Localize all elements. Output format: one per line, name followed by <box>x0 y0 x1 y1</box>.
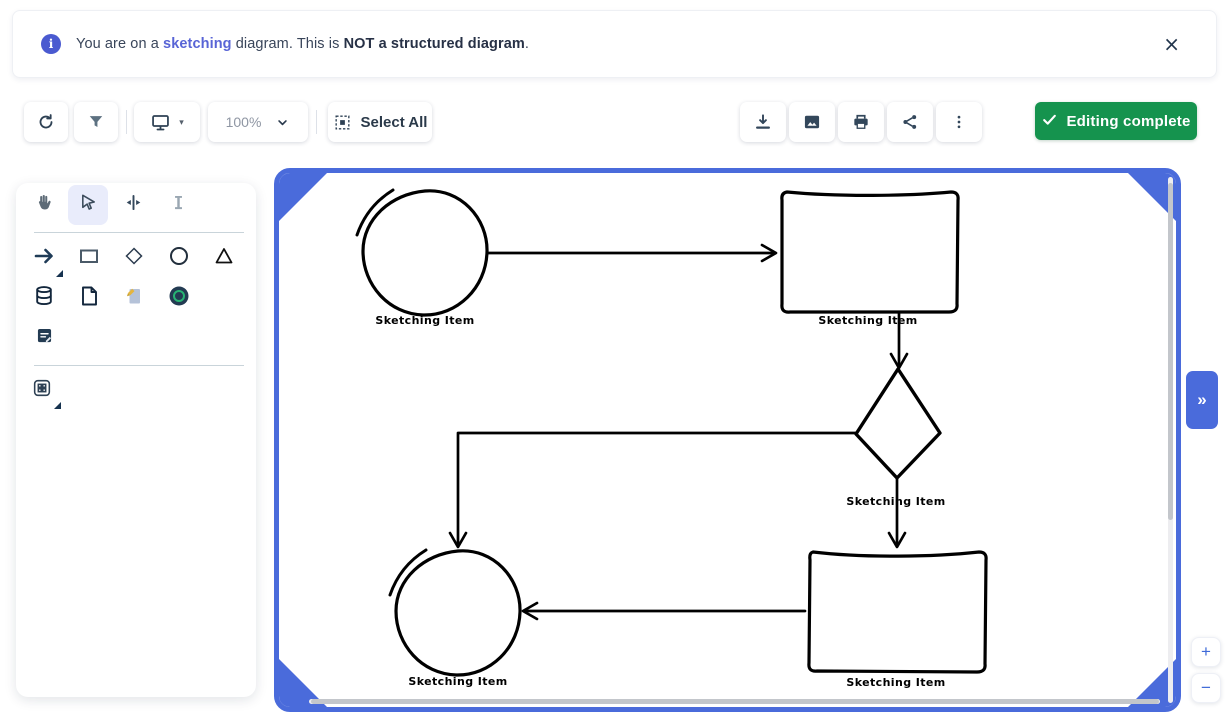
sidebar-divider <box>34 365 244 366</box>
vertical-scrollbar-thumb[interactable] <box>1168 183 1173 520</box>
filter-button[interactable] <box>74 102 118 142</box>
tool-split[interactable] <box>113 185 153 225</box>
shape-arrow[interactable] <box>28 242 60 274</box>
flowchart-drawing <box>279 173 1176 707</box>
toolbar: ▾ 100% Select All Editing complete <box>0 100 1229 144</box>
toolbar-divider <box>316 110 317 134</box>
editing-complete-label: Editing complete <box>1066 113 1190 130</box>
shape-triangle[interactable] <box>208 242 240 274</box>
banner-text-prefix: You are on a <box>76 36 163 52</box>
shape-page[interactable] <box>73 282 105 314</box>
text-tool-icon <box>168 192 189 218</box>
edge-circle-to-rect[interactable] <box>487 245 776 261</box>
triangle-shape-icon <box>212 244 236 273</box>
database-shape-icon <box>32 284 56 313</box>
diagram-canvas[interactable]: Sketching Item Sketching Item Sketching … <box>274 168 1181 712</box>
tool-text[interactable] <box>158 185 198 225</box>
tool-hand[interactable] <box>23 185 63 225</box>
sidebar-divider <box>34 232 244 233</box>
filter-icon <box>86 112 106 132</box>
shape-circle[interactable] <box>163 242 195 274</box>
node-diamond[interactable] <box>856 369 940 478</box>
select-all-icon <box>333 113 352 132</box>
edge-diamond-to-rect[interactable] <box>889 479 905 547</box>
export-image-button[interactable] <box>789 102 835 142</box>
close-icon[interactable]: × <box>1159 32 1184 56</box>
edge-rect-to-circle[interactable] <box>523 603 805 619</box>
node-label[interactable]: Sketching Item <box>408 675 507 688</box>
hand-icon <box>33 192 54 218</box>
dropdown-corner-icon <box>54 402 61 409</box>
node-label[interactable]: Sketching Item <box>846 676 945 689</box>
node-rectangle-top-right[interactable] <box>782 192 958 312</box>
grid-table-icon <box>31 377 53 404</box>
download-icon <box>753 112 773 132</box>
image-icon <box>802 112 822 132</box>
double-chevron-right-icon: » <box>1197 390 1206 410</box>
banner-bold: NOT a structured diagram <box>344 36 525 52</box>
node-circle-top-left[interactable] <box>357 190 487 315</box>
zoom-out-button[interactable]: − <box>1191 673 1221 703</box>
horizontal-scrollbar-thumb[interactable] <box>311 699 1159 704</box>
node-label[interactable]: Sketching Item <box>375 314 474 327</box>
shape-grid-table[interactable] <box>26 374 58 406</box>
refresh-button[interactable] <box>24 102 68 142</box>
display-mode-button[interactable]: ▾ <box>134 102 200 142</box>
note-shape-icon <box>122 284 146 313</box>
dropdown-corner-icon <box>56 270 63 277</box>
node-rectangle-bottom-right[interactable] <box>809 552 986 672</box>
download-button[interactable] <box>740 102 786 142</box>
diamond-shape-icon <box>122 244 146 273</box>
page-shape-icon <box>77 284 101 313</box>
banner-highlight: sketching <box>163 36 232 52</box>
cursor-icon <box>78 192 99 218</box>
split-icon <box>123 192 144 218</box>
banner-text: You are on a sketching diagram. This is … <box>76 36 529 52</box>
arrow-shape-icon <box>32 244 56 273</box>
node-label[interactable]: Sketching Item <box>846 495 945 508</box>
node-label[interactable]: Sketching Item <box>818 314 917 327</box>
circle-shape-icon <box>167 244 191 273</box>
shape-terminal-circle[interactable] <box>163 282 195 314</box>
chevron-down-icon <box>275 115 290 130</box>
share-button[interactable] <box>887 102 933 142</box>
plus-icon: + <box>1201 642 1211 662</box>
editing-complete-button[interactable]: Editing complete <box>1035 102 1197 140</box>
zoom-level-dropdown[interactable]: 100% <box>208 102 308 142</box>
refresh-icon <box>36 112 56 132</box>
shape-diamond[interactable] <box>118 242 150 274</box>
kebab-menu-icon <box>950 113 968 131</box>
shape-palette-sidebar <box>16 183 256 697</box>
banner-text-suffix: . <box>525 36 529 52</box>
print-icon <box>851 112 871 132</box>
terminal-circle-icon <box>167 284 191 313</box>
monitor-icon <box>150 112 171 133</box>
info-icon: i <box>41 34 61 54</box>
check-icon <box>1041 111 1058 132</box>
memo-shape-icon <box>34 325 55 351</box>
banner-text-mid: diagram. This is <box>232 36 344 52</box>
caret-down-icon: ▾ <box>179 117 184 128</box>
select-all-button[interactable]: Select All <box>328 102 432 142</box>
print-button[interactable] <box>838 102 884 142</box>
minus-icon: − <box>1201 678 1211 698</box>
shape-database[interactable] <box>28 282 60 314</box>
share-icon <box>900 112 920 132</box>
shape-memo[interactable] <box>28 322 60 354</box>
zoom-level-value: 100% <box>226 114 262 130</box>
zoom-in-button[interactable]: + <box>1191 637 1221 667</box>
rectangle-shape-icon <box>77 244 101 273</box>
edge-diamond-to-circle[interactable] <box>450 433 856 547</box>
select-all-label: Select All <box>361 114 428 131</box>
toolbar-divider <box>126 110 127 134</box>
more-options-button[interactable] <box>936 102 982 142</box>
expand-panel-button[interactable]: » <box>1186 371 1218 429</box>
shape-note[interactable] <box>118 282 150 314</box>
tool-cursor-selected[interactable] <box>68 185 108 225</box>
info-banner: i You are on a sketching diagram. This i… <box>12 10 1217 78</box>
node-circle-bottom-left[interactable] <box>390 550 520 675</box>
shape-rectangle[interactable] <box>73 242 105 274</box>
